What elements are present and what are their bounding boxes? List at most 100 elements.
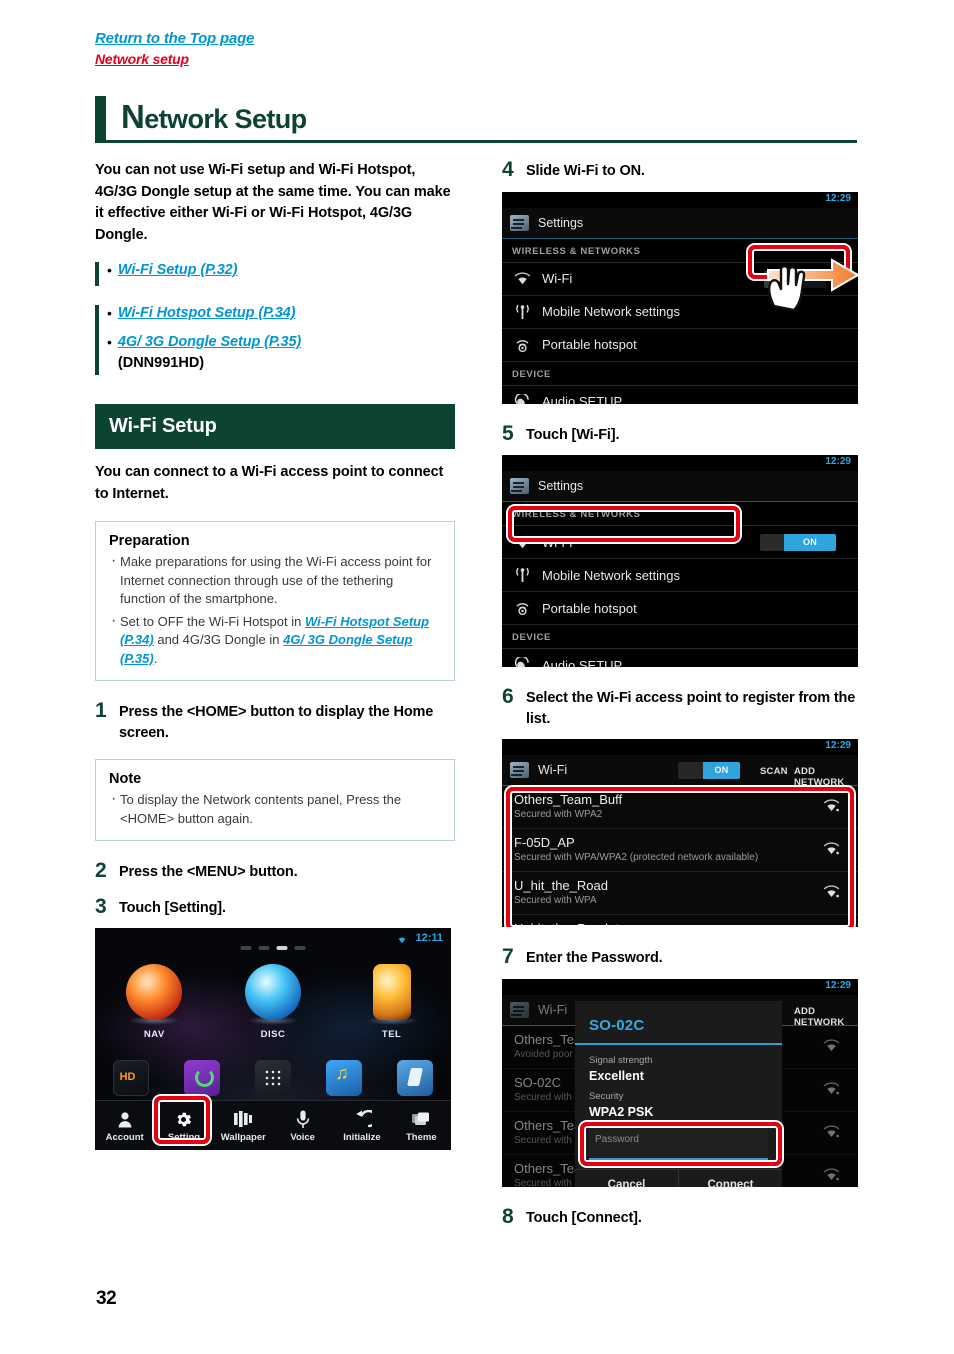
step-2: 2 Press the <MENU> button. — [95, 860, 455, 883]
wifi-ssid: Others_Team_Buff — [514, 792, 623, 807]
dot[interactable] — [294, 946, 306, 950]
note-box: Note To display the Network contents pan… — [95, 759, 455, 841]
wifi-toggle-off[interactable]: OFF — [764, 270, 826, 288]
wifi-security: Secured with WPA2 — [514, 809, 603, 820]
settings-row-mobile-network-label: Mobile Network settings — [542, 304, 680, 319]
usb-icon — [397, 1060, 434, 1096]
settings-row-portable-hotspot[interactable]: Portable hotspot — [502, 592, 858, 625]
toolbar-item-setting[interactable]: Setting — [154, 1108, 213, 1143]
home-icon-nav-label: NAV — [143, 1029, 165, 1040]
wifi-ssid: F-05D_AP — [514, 835, 575, 850]
toolbar-item-initialize[interactable]: Initialize — [332, 1108, 391, 1143]
home-icon-usb[interactable] — [389, 1060, 441, 1096]
toolbar-item-account[interactable]: Account — [95, 1108, 154, 1143]
dot[interactable] — [258, 946, 270, 950]
audio-icon — [512, 657, 533, 667]
settings-row-audio-setup[interactable]: Audio SETUP — [502, 649, 858, 667]
toolbar-item-wallpaper[interactable]: Wallpaper — [214, 1108, 273, 1143]
home-icon-tel[interactable]: TEL — [342, 964, 442, 1040]
wifi-toggle-on-label: ON — [703, 762, 740, 779]
settings-row-audio-setup-label: Audio SETUP — [542, 657, 623, 668]
home-icon-disc[interactable]: DISC — [223, 964, 323, 1040]
settings-row-wifi[interactable]: Wi-Fi ON — [502, 526, 858, 559]
home-icon-nav[interactable]: NAV — [104, 964, 204, 1040]
settings-title: Settings — [538, 479, 584, 493]
password-placeholder: Password — [595, 1133, 639, 1145]
security-value: WPA2 PSK — [589, 1104, 654, 1119]
add-network-button[interactable]: ADD NETWORK — [794, 766, 858, 788]
settings-row-mobile-network[interactable]: Mobile Network settings — [502, 295, 858, 329]
right-column: 4 Slide Wi-Fi to ON. 12:29 Settings WIRE… — [502, 159, 858, 1228]
wifi-title-bar: Wi-Fi ON SCAN ADD NETWORK — [502, 755, 858, 788]
breadcrumb-network-setup[interactable]: Network setup — [95, 51, 254, 67]
undo-icon — [332, 1108, 391, 1130]
home-screen-screenshot: 12:11 NAV DISC TEL HD ♫ Account Setting … — [95, 928, 451, 1150]
step-7-number: 7 — [502, 945, 514, 968]
wifi-network-row[interactable]: F-05D_AP Secured with WPA/WPA2 (protecte… — [502, 829, 858, 872]
settings-row-mobile-network[interactable]: Mobile Network settings — [502, 559, 858, 592]
dialog-body: Signal strength Excellent Security WPA2 … — [575, 1045, 782, 1160]
wifi-network-row[interactable]: Others_Team_Buff Secured with WPA2 — [502, 786, 858, 829]
bullet-icon: • — [107, 334, 112, 350]
step-8-text: Touch [Connect]. — [526, 1209, 642, 1226]
wifi-signal-icon — [823, 1081, 840, 1094]
toolbar-item-voice[interactable]: Voice — [273, 1108, 332, 1143]
settings-row-wifi[interactable]: Wi-Fi OFF — [502, 262, 858, 296]
step-5-number: 5 — [502, 421, 514, 445]
wifi-icon — [512, 535, 533, 549]
status-clock: 12:29 — [825, 979, 851, 991]
hd-radio-icon — [112, 1060, 149, 1096]
navigation-icon — [126, 964, 183, 1020]
cancel-button[interactable]: Cancel — [575, 1170, 678, 1187]
settings-row-wifi-label: Wi-Fi — [542, 271, 573, 286]
settings-app-icon — [510, 478, 529, 494]
prep-text-c: . — [153, 650, 158, 666]
microphone-icon — [273, 1108, 332, 1130]
wifi-network-row[interactable]: U_hit_the_Road_to Secured with WPA2 (pro… — [502, 915, 858, 927]
wifi-list-screenshot: 12:29 Wi-Fi ON SCAN ADD NETWORK Others_T… — [502, 739, 858, 927]
settings-row-portable-hotspot[interactable]: Portable hotspot — [502, 328, 858, 362]
dialog-buttons: Cancel Connect — [575, 1168, 782, 1187]
settings-screenshot-wifi-on: 12:29 Settings WIRELESS & NETWORKS Wi-Fi… — [502, 455, 858, 667]
settings-title-bar: Settings — [502, 207, 858, 239]
home-icon-hd-radio[interactable] — [105, 1060, 157, 1096]
return-to-top-link[interactable]: Return to the Top page — [95, 30, 254, 47]
link-4g-3g-dongle-setup[interactable]: 4G/ 3G Dongle Setup (P.35) — [118, 334, 301, 350]
wifi-toggle-on[interactable]: ON — [678, 762, 740, 779]
wifi-password-dialog: SO-02C Signal strength Excellent Securit… — [575, 1000, 782, 1187]
wifi-signal-icon — [823, 885, 840, 898]
password-input[interactable]: Password — [589, 1125, 768, 1160]
telephone-icon — [372, 964, 411, 1020]
toolbar-item-theme[interactable]: Theme — [392, 1108, 451, 1143]
wifi-toggle-on[interactable]: ON — [760, 534, 836, 551]
scan-button[interactable]: SCAN — [760, 766, 788, 777]
chapter-header: Network Setup — [95, 96, 857, 146]
settings-row-wifi-label: Wi-Fi — [542, 534, 573, 550]
link-wifi-hotspot-setup[interactable]: Wi-Fi Hotspot Setup (P.34) — [118, 303, 296, 324]
group-label-device: DEVICE — [502, 361, 858, 386]
note-item-1: To display the Network contents panel, P… — [109, 790, 441, 828]
signal-strength-label: Signal strength — [589, 1054, 653, 1066]
list-item: • 4G/ 3G Dongle Setup (P.35) (DNN991HD) — [107, 332, 455, 374]
toolbar-item-theme-label: Theme — [405, 1132, 437, 1143]
step-5-text: Touch [Wi-Fi]. — [526, 426, 620, 443]
wifi-ssid: U_hit_the_Road — [514, 878, 608, 893]
dot[interactable] — [240, 946, 252, 950]
status-bar: 12:29 — [502, 739, 858, 755]
connect-button[interactable]: Connect — [678, 1169, 782, 1187]
link-wifi-setup[interactable]: Wi-Fi Setup (P.32) — [118, 260, 238, 281]
home-icon-power[interactable] — [176, 1060, 228, 1096]
wifi-network-row[interactable]: U_hit_the_Road Secured with WPA — [502, 872, 858, 915]
settings-row-audio-setup[interactable]: Audio SETUP — [502, 385, 858, 404]
home-icon-apps[interactable] — [247, 1060, 299, 1096]
add-network-button[interactable]: ADD NETWORK — [794, 1006, 858, 1028]
home-icon-media[interactable] — [318, 1060, 370, 1096]
dot-active[interactable] — [276, 946, 288, 950]
settings-screenshot-wifi-off: 12:29 Settings WIRELESS & NETWORKS Wi-Fi… — [502, 191, 858, 404]
prep-text-a: Set to OFF the Wi-Fi Hotspot in — [120, 613, 305, 629]
toolbar-item-account-label: Account — [105, 1132, 144, 1143]
gear-icon — [154, 1108, 213, 1130]
link-accent-bar-1 — [95, 262, 99, 286]
step-7: 7 Enter the Password. — [502, 945, 858, 969]
wifi-signal-icon — [823, 1167, 840, 1180]
